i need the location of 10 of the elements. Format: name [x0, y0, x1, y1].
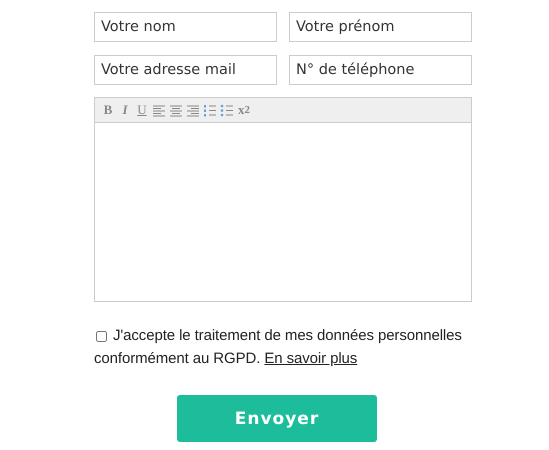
format-button[interactable]: I: [118, 101, 132, 119]
format-button[interactable]: B: [101, 101, 115, 119]
text-field[interactable]: Votre nom: [94, 12, 277, 42]
consent-text: J'accepte le traitement de mes données personnelles conformément au RGPD. En savoir plus: [94, 326, 463, 369]
format-button[interactable]: U: [135, 101, 149, 119]
text-field[interactable]: Votre adresse mail: [94, 55, 277, 85]
learn-more-link[interactable]: En savoir plus: [264, 350, 358, 367]
text-field[interactable]: Votre prénom: [289, 12, 472, 42]
submit-button[interactable]: Envoyer: [177, 395, 377, 442]
text-field[interactable]: N° de téléphone: [289, 55, 472, 85]
